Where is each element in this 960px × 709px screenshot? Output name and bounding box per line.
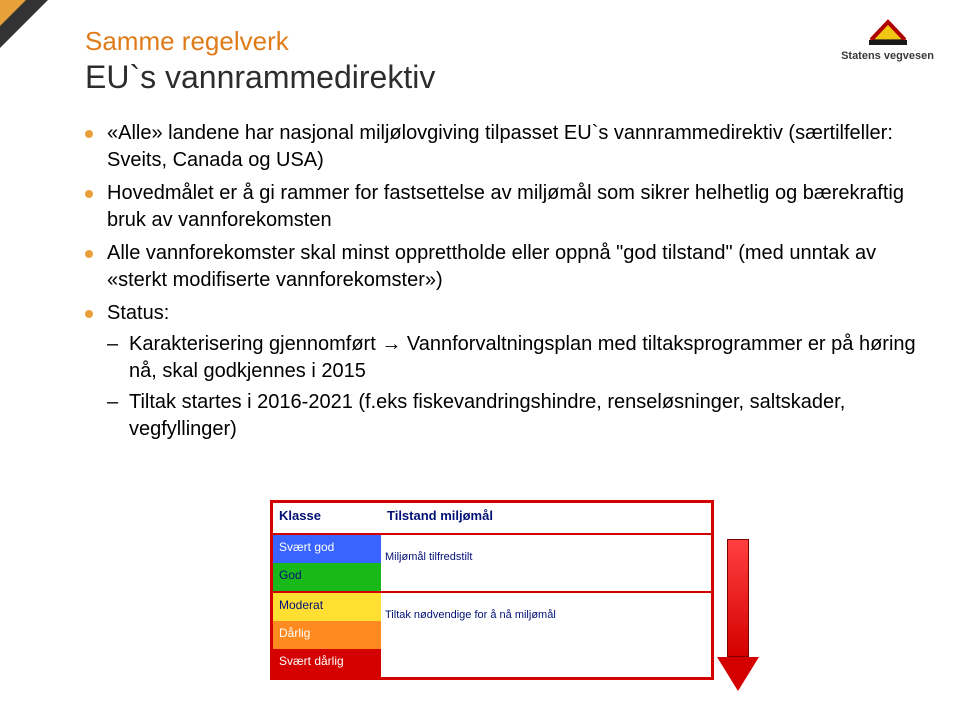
kicker: Samme regelverk (85, 26, 925, 57)
tilstand-cell: Miljømål tilfredstilt (381, 563, 711, 591)
status-classification-table: Klasse Tilstand miljømål Svært god God M… (270, 500, 714, 680)
table-row: Dårlig Tiltak nødvendige for å nå miljøm… (273, 621, 711, 649)
klasse-cell: Dårlig (273, 621, 381, 649)
table-row: God Miljømål tilfredstilt (273, 563, 711, 591)
header-klasse: Klasse (273, 503, 381, 533)
sub-bullet-text: Karakterisering gjennomført (129, 333, 381, 355)
corner-accent (0, 0, 48, 48)
sub-bullet-list: Karakterisering gjennomført → Vannforval… (107, 331, 925, 443)
sub-bullet-item: Tiltak startes i 2016-2021 (f.eks fiskev… (107, 389, 925, 443)
goal-label: Miljømål tilfredstilt (385, 551, 472, 563)
tilstand-cell (381, 649, 711, 677)
table-row: Svært dårlig (273, 649, 711, 677)
bullet-text: Status: (107, 302, 169, 324)
klasse-cell: God (273, 563, 381, 591)
sub-bullet-text: Tiltak startes i 2016-2021 (f.eks fiskev… (129, 391, 845, 440)
bullet-text: Alle vannforekomster skal minst oppretth… (107, 242, 876, 291)
goal-label: Tiltak nødvendige for å nå miljømål (385, 609, 556, 621)
klasse-cell: Svært dårlig (273, 649, 381, 677)
tilstand-cell: Tiltak nødvendige for å nå miljømål (381, 621, 711, 649)
bullet-item: Status: Karakterisering gjennomført → Va… (85, 300, 925, 443)
bullet-item: Hovedmålet er å gi rammer for fastsettel… (85, 180, 925, 234)
bullet-list: «Alle» landene har nasjonal miljølovgivi… (85, 120, 925, 443)
bullet-text: «Alle» landene har nasjonal miljølovgivi… (107, 122, 893, 171)
table-header: Klasse Tilstand miljømål (273, 503, 711, 533)
bullet-item: Alle vannforekomster skal minst oppretth… (85, 240, 925, 294)
klasse-cell: Svært god (273, 535, 381, 563)
klasse-cell: Moderat (273, 593, 381, 621)
bullet-text: Hovedmålet er å gi rammer for fastsettel… (107, 182, 904, 231)
slide-title: EU`s vannrammedirektiv (85, 59, 925, 96)
sub-bullet-item: Karakterisering gjennomført → Vannforval… (107, 331, 925, 385)
bullet-item: «Alle» landene har nasjonal miljølovgivi… (85, 120, 925, 174)
down-arrow-icon (717, 539, 759, 691)
slide-content: Samme regelverk EU`s vannrammedirektiv «… (85, 26, 925, 449)
arrow-right-icon: → (381, 333, 401, 355)
header-tilstand: Tilstand miljømål (381, 503, 711, 533)
table-row: Svært god (273, 535, 711, 563)
